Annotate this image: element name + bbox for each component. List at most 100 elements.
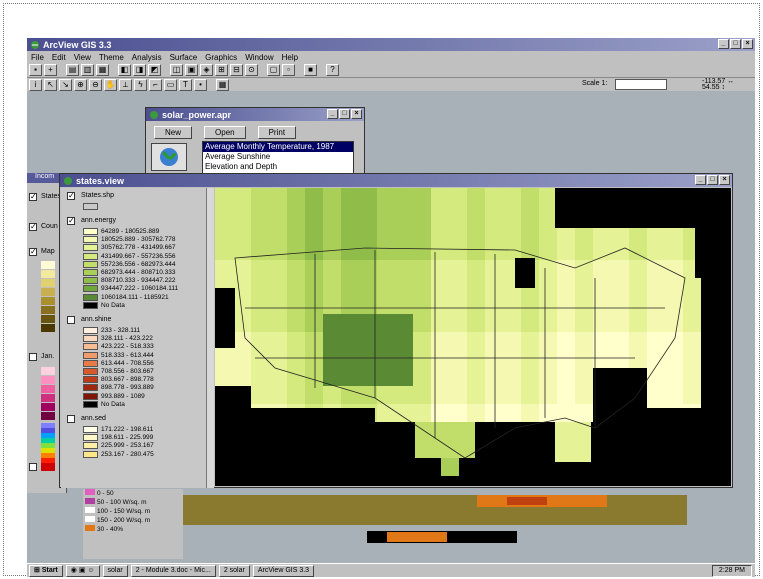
identify-icon[interactable]: i (29, 78, 42, 91)
list-item[interactable]: Average Sunshine (203, 152, 353, 162)
menu-analysis[interactable]: Analysis (132, 53, 162, 62)
legend-swatch (83, 244, 98, 252)
view-close-button[interactable]: × (719, 175, 730, 185)
legend-class: 708.556 - 803.667 (83, 368, 154, 376)
legend-class: 171.222 - 198.611 (83, 426, 153, 434)
menu-surface[interactable]: Surface (170, 53, 198, 62)
map-display[interactable] (215, 188, 737, 486)
close-button[interactable]: × (742, 39, 753, 49)
select-features-button[interactable]: ▢ (267, 64, 280, 76)
zoom-previous-button[interactable]: ⊙ (245, 64, 258, 76)
maximize-button[interactable]: □ (730, 39, 741, 49)
zoom-in-icon[interactable]: ⊕ (74, 78, 87, 91)
measure-icon[interactable]: ⟂ (119, 78, 132, 91)
legend-swatch (85, 498, 95, 504)
legend-class: 233 - 328.111 (83, 327, 140, 335)
menu-file[interactable]: File (31, 53, 44, 62)
project-new-button[interactable]: New (154, 126, 193, 139)
taskbar-item[interactable]: 2 - Module 3.doc - Mic... (130, 564, 216, 577)
tool-bar: i ↖ ↘ ⊕ ⊖ ✋ ⟂ ϟ ⌐ ▭ T • ▦ Scale 1: -113.… (27, 77, 755, 91)
project-print-button[interactable]: Print (257, 126, 297, 139)
zoom-out-icon[interactable]: ⊖ (89, 78, 102, 91)
list-item[interactable]: Average Monthly Temperature, 1987 (203, 142, 353, 152)
pointer-icon[interactable]: ↖ (44, 78, 57, 91)
view-minimize-button[interactable]: _ (695, 175, 706, 185)
layout-button[interactable]: ■ (304, 64, 317, 76)
zoom-in-button[interactable]: ⊞ (215, 64, 228, 76)
view-maximize-button[interactable]: □ (707, 175, 718, 185)
project-open-button[interactable]: Open (204, 126, 246, 139)
bg-theme-checkbox[interactable] (29, 463, 37, 471)
project-close-button[interactable]: × (351, 109, 362, 119)
zoom-active-button[interactable]: ▣ (185, 64, 198, 76)
clear-selection-button[interactable]: ▫ (282, 64, 295, 76)
save-button[interactable]: ▪ (29, 64, 42, 76)
menu-view[interactable]: View (74, 53, 91, 62)
legend-class: 225.999 - 253.167 (83, 442, 154, 450)
theme-name[interactable]: ann.shine (81, 316, 111, 323)
scale-input[interactable] (615, 79, 667, 90)
edit-legend-button[interactable]: ▥ (81, 64, 94, 76)
label-icon[interactable]: ⌐ (149, 78, 162, 91)
legend-swatch (83, 252, 98, 260)
legend-swatch (83, 434, 98, 442)
text-tool-icon[interactable]: T (179, 78, 192, 91)
legend-label: 993.889 - 1089 (101, 392, 145, 400)
bg-legend-swatch (41, 376, 55, 384)
bg-legend-swatch (41, 297, 55, 305)
menu-graphics[interactable]: Graphics (205, 53, 237, 62)
vertex-edit-icon[interactable]: ↘ (59, 78, 72, 91)
legend-swatch (83, 285, 98, 293)
theme-name[interactable]: States.shp (81, 192, 114, 199)
legend-swatch (83, 368, 98, 375)
minimize-button[interactable]: _ (718, 39, 729, 49)
menu-help[interactable]: Help (282, 53, 298, 62)
pan-icon[interactable]: ✋ (104, 78, 117, 91)
theme-name[interactable]: ann.sed (81, 415, 106, 422)
zoom-selected-button[interactable]: ◈ (200, 64, 213, 76)
legend-swatch (83, 327, 98, 334)
legend-label: 64289 - 180525.889 (101, 228, 160, 236)
theme-properties-button[interactable]: ▤ (66, 64, 79, 76)
list-item[interactable]: Elevation and Depth (203, 162, 353, 172)
views-globe-icon[interactable] (151, 143, 187, 171)
zoom-full-button[interactable]: ◫ (170, 64, 183, 76)
taskbar-item[interactable]: 2 solar (218, 564, 250, 577)
theme-checkbox[interactable] (67, 415, 75, 423)
project-maximize-button[interactable]: □ (339, 109, 350, 119)
open-table-button[interactable]: ▦ (96, 64, 109, 76)
start-button[interactable]: ⊞ Start (29, 564, 63, 577)
menu-window[interactable]: Window (245, 53, 273, 62)
project-minimize-button[interactable]: _ (327, 109, 338, 119)
hotlink-icon[interactable]: ϟ (134, 78, 147, 91)
theme-checkbox[interactable]: ✓ (67, 192, 75, 200)
theme-checkbox[interactable] (67, 316, 75, 324)
taskbar-item[interactable]: ArcView GIS 3.3 (252, 564, 315, 577)
legend-class: 934447.222 - 1060184.111 (83, 285, 178, 293)
locate-button[interactable]: ◨ (133, 64, 146, 76)
theme-name[interactable]: ann.energy (81, 217, 116, 224)
bg-legend-swatch (41, 367, 55, 375)
button-bar: ▪ + ▤ ▥ ▦ ◧ ◨ ◩ ◫ ▣ ◈ ⊞ ⊟ ⊙ ▢ ▫ ■ ? (27, 63, 755, 77)
menu-edit[interactable]: Edit (52, 53, 66, 62)
taskbar-item[interactable]: solar (102, 564, 128, 577)
energy-raster-map[interactable] (215, 188, 737, 486)
quick-launch-icons[interactable]: ◉ ▣ ☺ (65, 564, 100, 577)
zoom-out-button[interactable]: ⊟ (230, 64, 243, 76)
bg-theme-checkbox[interactable]: ✓ (29, 193, 37, 201)
bg-theme-checkbox[interactable]: ✓ (29, 248, 37, 256)
point-icon[interactable]: • (194, 78, 207, 91)
theme-checkbox[interactable]: ✓ (67, 217, 75, 225)
toc-scrollbar[interactable] (206, 188, 214, 488)
query-button[interactable]: ◩ (148, 64, 161, 76)
snap-icon[interactable]: ▦ (216, 78, 229, 91)
app-title: ArcView GIS 3.3 (43, 39, 112, 50)
legend-label: No Data (101, 401, 125, 409)
bg-theme-checkbox[interactable] (29, 353, 37, 361)
add-theme-button[interactable]: + (44, 64, 57, 76)
find-button[interactable]: ◧ (118, 64, 131, 76)
bg-theme-checkbox[interactable]: ✓ (29, 223, 37, 231)
draw-icon[interactable]: ▭ (164, 78, 177, 91)
menu-theme[interactable]: Theme (99, 53, 124, 62)
help-button[interactable]: ? (326, 64, 339, 76)
